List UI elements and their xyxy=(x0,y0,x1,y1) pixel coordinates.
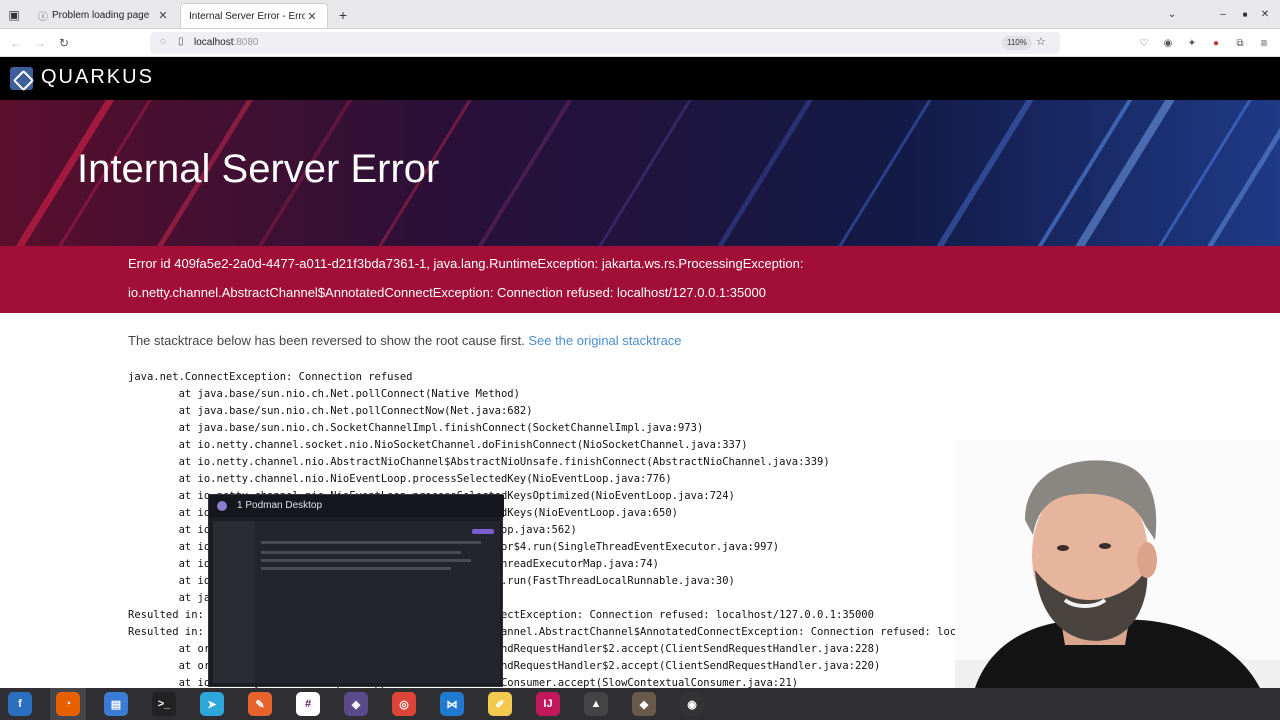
webcam-overlay xyxy=(955,440,1280,688)
preview-row xyxy=(261,567,451,570)
intro-text: The stacktrace below has been reversed t… xyxy=(128,333,529,348)
hero-banner: Internal Server Error xyxy=(0,100,1280,246)
zoom-level[interactable]: 110% xyxy=(1002,36,1032,50)
tab-list-icon[interactable]: ▣ xyxy=(4,0,24,29)
slack-icon[interactable]: # xyxy=(296,692,320,716)
preview-sidebar xyxy=(213,521,255,683)
url-port: :8080 xyxy=(233,37,259,48)
inkscape-icon[interactable]: ▲ xyxy=(584,692,608,716)
browser-tab-bar: ▣ ⓘ Problem loading page ✕ Internal Serv… xyxy=(0,0,1280,29)
terminal-icon[interactable]: >_ xyxy=(152,692,176,716)
taskbar: f ◔ ▤ >_ ➤ ✎ # ◈ ◎ ⋈ ✐ IJ ▲ ◆ ◉ xyxy=(0,688,1280,720)
preview-row xyxy=(261,551,461,554)
error-message-line-1: Error id 409fa5e2-2a0d-4477-a011-d21f3bd… xyxy=(128,256,804,271)
reload-icon[interactable]: ↻ xyxy=(54,33,74,53)
notes-icon[interactable]: ✐ xyxy=(488,692,512,716)
stacktrace-line: at java.base/sun.nio.ch.SocketChannelImp… xyxy=(128,422,704,434)
screen: ▣ ⓘ Problem loading page ✕ Internal Serv… xyxy=(0,0,1280,720)
tab-problem-loading[interactable]: ⓘ Problem loading page ✕ xyxy=(30,3,178,28)
url-host: localhost xyxy=(194,37,234,48)
address-bar[interactable]: ◌ ▯ localhost:8080 110% ☆ xyxy=(150,32,1060,54)
chevron-down-icon[interactable]: ⌄ xyxy=(1162,0,1182,29)
fedora-icon[interactable]: f xyxy=(8,692,32,716)
extension-icon-1[interactable]: ✦ xyxy=(1182,33,1202,53)
tab-label: Problem loading page xyxy=(52,10,150,21)
podman-desktop-preview[interactable]: 1 Podman Desktop xyxy=(208,494,504,687)
podman-icon[interactable]: ◈ xyxy=(344,692,368,716)
extensions-puzzle-icon[interactable]: ⧉ xyxy=(1230,33,1250,53)
stacktrace-line: java.net.ConnectException: Connection re… xyxy=(128,371,413,383)
kate-icon[interactable]: ✎ xyxy=(248,692,272,716)
maximize-button[interactable]: ■ xyxy=(1236,0,1254,29)
stacktrace-line: at java.base/sun.nio.ch.Net.pollConnectN… xyxy=(128,405,533,417)
pocket-icon[interactable]: ♡ xyxy=(1134,33,1154,53)
stacktrace-line: at io.netty.channel.nio.AbstractNioChann… xyxy=(128,456,830,468)
intellij-icon[interactable]: IJ xyxy=(536,692,560,716)
bookmark-star-icon[interactable]: ☆ xyxy=(1036,35,1046,48)
gimp-icon[interactable]: ◆ xyxy=(632,692,656,716)
account-icon[interactable]: ◉ xyxy=(1158,33,1178,53)
browser-nav-bar: ← → ↻ ◌ ▯ localhost:8080 110% ☆ ♡ ◉ ✦ ● … xyxy=(0,29,1280,57)
close-window-button[interactable]: ✕ xyxy=(1256,0,1274,29)
tab-internal-server-error[interactable]: Internal Server Error - Error id ✕ xyxy=(180,3,328,28)
files-icon[interactable]: ▤ xyxy=(104,692,128,716)
page-title: Internal Server Error xyxy=(77,147,440,191)
podman-icon xyxy=(217,501,227,511)
preview-row xyxy=(261,559,471,562)
stacktrace-line: at io.netty.channel.nio.NioEventLoop.pro… xyxy=(128,473,672,485)
page-icon[interactable]: ▯ xyxy=(178,36,184,47)
preview-button xyxy=(472,529,494,534)
vscode-icon[interactable]: ⋈ xyxy=(440,692,464,716)
new-tab-button[interactable]: + xyxy=(333,0,353,29)
app-header: QUARKUS xyxy=(0,57,1280,100)
error-message-line-2: io.netty.channel.AbstractChannel$Annotat… xyxy=(128,285,766,300)
firefox-icon[interactable]: ◔ xyxy=(56,692,80,716)
brand-name: QUARKUS xyxy=(41,66,154,88)
original-stacktrace-link[interactable]: See the original stacktrace xyxy=(528,333,681,348)
obs-icon[interactable]: ◉ xyxy=(680,692,704,716)
minimize-button[interactable]: – xyxy=(1214,0,1232,29)
url-text: localhost:8080 xyxy=(194,37,259,48)
shield-icon[interactable]: ◌ xyxy=(160,36,166,47)
forward-arrow-icon[interactable]: → xyxy=(30,33,50,53)
presenter-video xyxy=(955,440,1280,688)
stacktrace-intro: The stacktrace below has been reversed t… xyxy=(128,333,682,348)
stacktrace-line: at java.base/sun.nio.ch.Net.pollConnect(… xyxy=(128,388,520,400)
extension-icon-2[interactable]: ● xyxy=(1206,33,1226,53)
stacktrace-line: at io.netty.channel.socket.nio.NioSocket… xyxy=(128,439,748,451)
close-icon[interactable]: ✕ xyxy=(156,9,170,22)
close-icon[interactable]: ✕ xyxy=(305,10,319,23)
preview-thumbnail xyxy=(213,521,500,683)
menu-icon[interactable]: ≡ xyxy=(1254,33,1274,53)
quarkus-logo-icon xyxy=(10,67,33,90)
back-arrow-icon[interactable]: ← xyxy=(6,33,26,53)
chrome-icon[interactable]: ◎ xyxy=(392,692,416,716)
tab-label: Internal Server Error - Error id xyxy=(189,10,305,22)
info-icon: ⓘ xyxy=(38,12,48,23)
telegram-icon[interactable]: ➤ xyxy=(200,692,224,716)
preview-window-title: 1 Podman Desktop xyxy=(209,495,504,517)
preview-row xyxy=(261,541,481,544)
error-banner: Error id 409fa5e2-2a0d-4477-a011-d21f3bd… xyxy=(0,246,1280,313)
